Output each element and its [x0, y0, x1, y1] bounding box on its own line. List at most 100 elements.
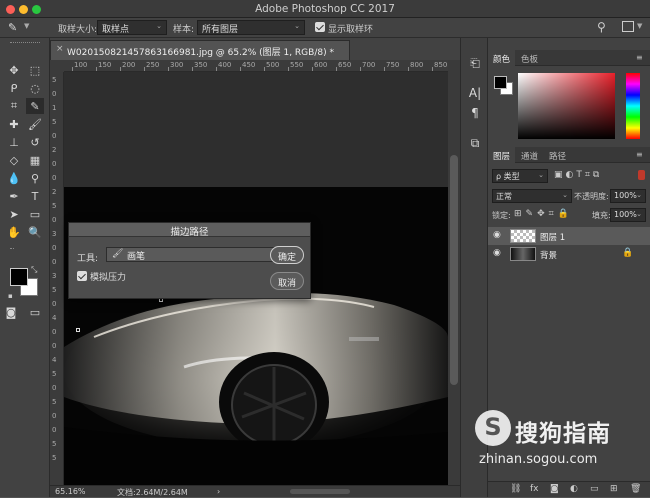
foreground-color-swatch[interactable] — [494, 76, 507, 89]
ruler-tick-label: 0 — [52, 412, 57, 420]
hand-tool-icon[interactable]: ✋ — [5, 224, 23, 240]
panel-menu-icon[interactable]: ≡ — [636, 53, 643, 62]
sample-select[interactable]: 所有图层 ⌄ — [197, 20, 305, 35]
hue-slider[interactable] — [626, 73, 640, 139]
eyedropper-tool-icon[interactable]: ✎ — [26, 98, 44, 114]
path-select-tool-icon[interactable]: ➤ — [5, 206, 23, 222]
chevron-down-icon[interactable]: ▼ — [637, 22, 642, 30]
layers-footer: ⛓ fx ◙ ◐ ▭ ⊞ 🗑 — [488, 481, 650, 497]
divider — [10, 248, 14, 249]
tab-swatches[interactable]: 色板 — [516, 50, 543, 66]
brush-tool-icon[interactable]: 🖌 — [26, 116, 44, 132]
vertical-scrollbar[interactable] — [448, 60, 460, 485]
status-bar: 65.16% 文档:2.64M/2.64M › — [50, 485, 460, 497]
gradient-tool-icon[interactable]: ▦ — [26, 152, 44, 168]
path-anchor-point[interactable] — [76, 328, 80, 332]
document-tab[interactable]: × W020150821457863166981.jpg @ 65.2% (图层… — [50, 40, 350, 60]
fill-field[interactable]: 100% ⌄ — [610, 208, 646, 222]
horizontal-scrollbar[interactable] — [290, 489, 350, 494]
type-tool-icon[interactable]: T — [26, 188, 44, 204]
eraser-tool-icon[interactable]: ◇ — [5, 152, 23, 168]
screen-mode-icon[interactable]: ▭ — [26, 304, 44, 320]
layer-filter-value: ρ 类型 — [496, 172, 520, 181]
zoom-level[interactable]: 65.16% — [55, 487, 86, 496]
title-bar: Adobe Photoshop CC 2017 — [0, 0, 650, 18]
layer-style-icon[interactable]: fx — [530, 484, 539, 494]
color-picker-field[interactable] — [518, 73, 615, 139]
blur-tool-icon[interactable]: 💧 — [5, 170, 23, 186]
ruler-tick-label: 0 — [52, 160, 57, 168]
filter-toggle-icon[interactable] — [638, 170, 645, 180]
blend-mode-select[interactable]: 正常 ⌄ — [492, 189, 572, 203]
status-menu-arrow[interactable]: › — [217, 487, 220, 496]
search-icon[interactable]: ⚲ — [597, 20, 606, 34]
ruler-tick-label: 4 — [52, 314, 57, 322]
eye-icon[interactable]: ◉ — [493, 248, 501, 258]
eye-icon[interactable]: ◉ — [493, 230, 501, 240]
default-colors-icon[interactable]: ▪ — [8, 292, 13, 300]
sample-size-select[interactable]: 取样点 ⌄ — [97, 20, 167, 35]
layer-filter-select[interactable]: ρ 类型 ⌄ — [492, 169, 548, 183]
paragraph-panel-icon[interactable]: ¶ — [466, 106, 484, 124]
dodge-tool-icon[interactable]: ⚲ — [26, 170, 44, 186]
chevron-down-icon[interactable]: ▼ — [24, 22, 29, 30]
ruler-tick-label: 3 — [52, 272, 57, 280]
healing-brush-icon[interactable]: ✚ — [5, 116, 23, 132]
ruler-tick — [192, 67, 193, 71]
marquee-tool-icon[interactable]: ⬚ — [26, 62, 44, 78]
show-ring-label: 显示取样环 — [328, 25, 374, 35]
tool-select[interactable]: 🖌 画笔 ⌄ — [106, 247, 294, 262]
simulate-pressure-checkbox[interactable] — [77, 271, 87, 281]
ruler-tick-label: 2 — [52, 146, 57, 154]
quick-mask-icon[interactable]: ◙ — [2, 304, 20, 320]
cancel-button[interactable]: 取消 — [270, 272, 304, 290]
sample-label: 样本: — [173, 25, 195, 35]
foreground-color-swatch[interactable] — [10, 268, 28, 286]
lock-options-icons[interactable]: ⊞✎✥⌗🔒 — [514, 209, 573, 219]
show-ring-checkbox[interactable] — [315, 22, 325, 32]
history-brush-icon[interactable]: ↺ — [26, 134, 44, 150]
pen-tool-icon[interactable]: ✒ — [5, 188, 23, 204]
ruler-tick — [312, 67, 313, 71]
ruler-tick-label: 750 — [386, 61, 400, 69]
scrollbar-thumb[interactable] — [450, 155, 458, 385]
watermark-text: 搜狗指南 — [515, 421, 611, 447]
adjustment-layer-icon[interactable]: ◐ — [570, 484, 578, 494]
layer-row-background[interactable]: ◉ 背景 🔒 — [488, 245, 650, 263]
ruler-tick-label: 150 — [98, 61, 112, 69]
zoom-tool-icon[interactable]: 🔍 — [26, 224, 44, 240]
simulate-pressure-option[interactable]: 模拟压力 — [77, 270, 126, 283]
tab-color[interactable]: 颜色 — [488, 50, 516, 66]
panel-grip — [10, 42, 40, 44]
ruler-tick-label: 350 — [194, 61, 208, 69]
layer-filter-icons[interactable]: ▣◐T⌗⧉ — [554, 170, 602, 180]
panel-menu-icon[interactable]: ≡ — [636, 150, 643, 159]
swap-colors-icon[interactable]: ⤡ — [31, 265, 37, 275]
tab-paths[interactable]: 路径 — [544, 147, 571, 163]
workspace-icon[interactable] — [622, 21, 634, 32]
close-tab-icon[interactable]: × — [56, 44, 64, 54]
character-panel-icon[interactable]: A| — [466, 86, 484, 104]
rectangle-tool-icon[interactable]: ▭ — [26, 206, 44, 222]
tab-channels[interactable]: 通道 — [516, 147, 543, 163]
delete-layer-icon[interactable]: 🗑 — [630, 484, 641, 494]
ruler-tick-label: 0 — [52, 174, 57, 182]
ruler-tick-label: 5 — [52, 440, 57, 448]
crop-tool-icon[interactable]: ⌗ — [5, 98, 23, 114]
ruler-tick-label: 650 — [338, 61, 352, 69]
add-mask-icon[interactable]: ◙ — [550, 484, 559, 494]
clone-stamp-icon[interactable]: ⊥ — [5, 134, 23, 150]
opacity-field[interactable]: 100% ⌄ — [610, 189, 646, 203]
properties-panel-icon[interactable]: ⧉ — [466, 136, 484, 154]
lasso-tool-icon[interactable]: ᑭ — [5, 80, 23, 96]
tab-layers[interactable]: 图层 — [488, 147, 516, 163]
layer-row-layer1[interactable]: ◉ 图层 1 — [488, 227, 650, 245]
eyedropper-icon[interactable]: ✎ — [8, 21, 17, 34]
move-tool-icon[interactable]: ✥ — [5, 62, 23, 78]
ok-button[interactable]: 确定 — [270, 246, 304, 264]
link-layers-icon[interactable]: ⛓ — [510, 484, 521, 494]
quick-select-tool-icon[interactable]: ◌ — [26, 80, 44, 96]
history-panel-icon[interactable]: ⎗ — [466, 56, 484, 74]
new-group-icon[interactable]: ▭ — [590, 484, 599, 494]
new-layer-icon[interactable]: ⊞ — [610, 484, 618, 494]
